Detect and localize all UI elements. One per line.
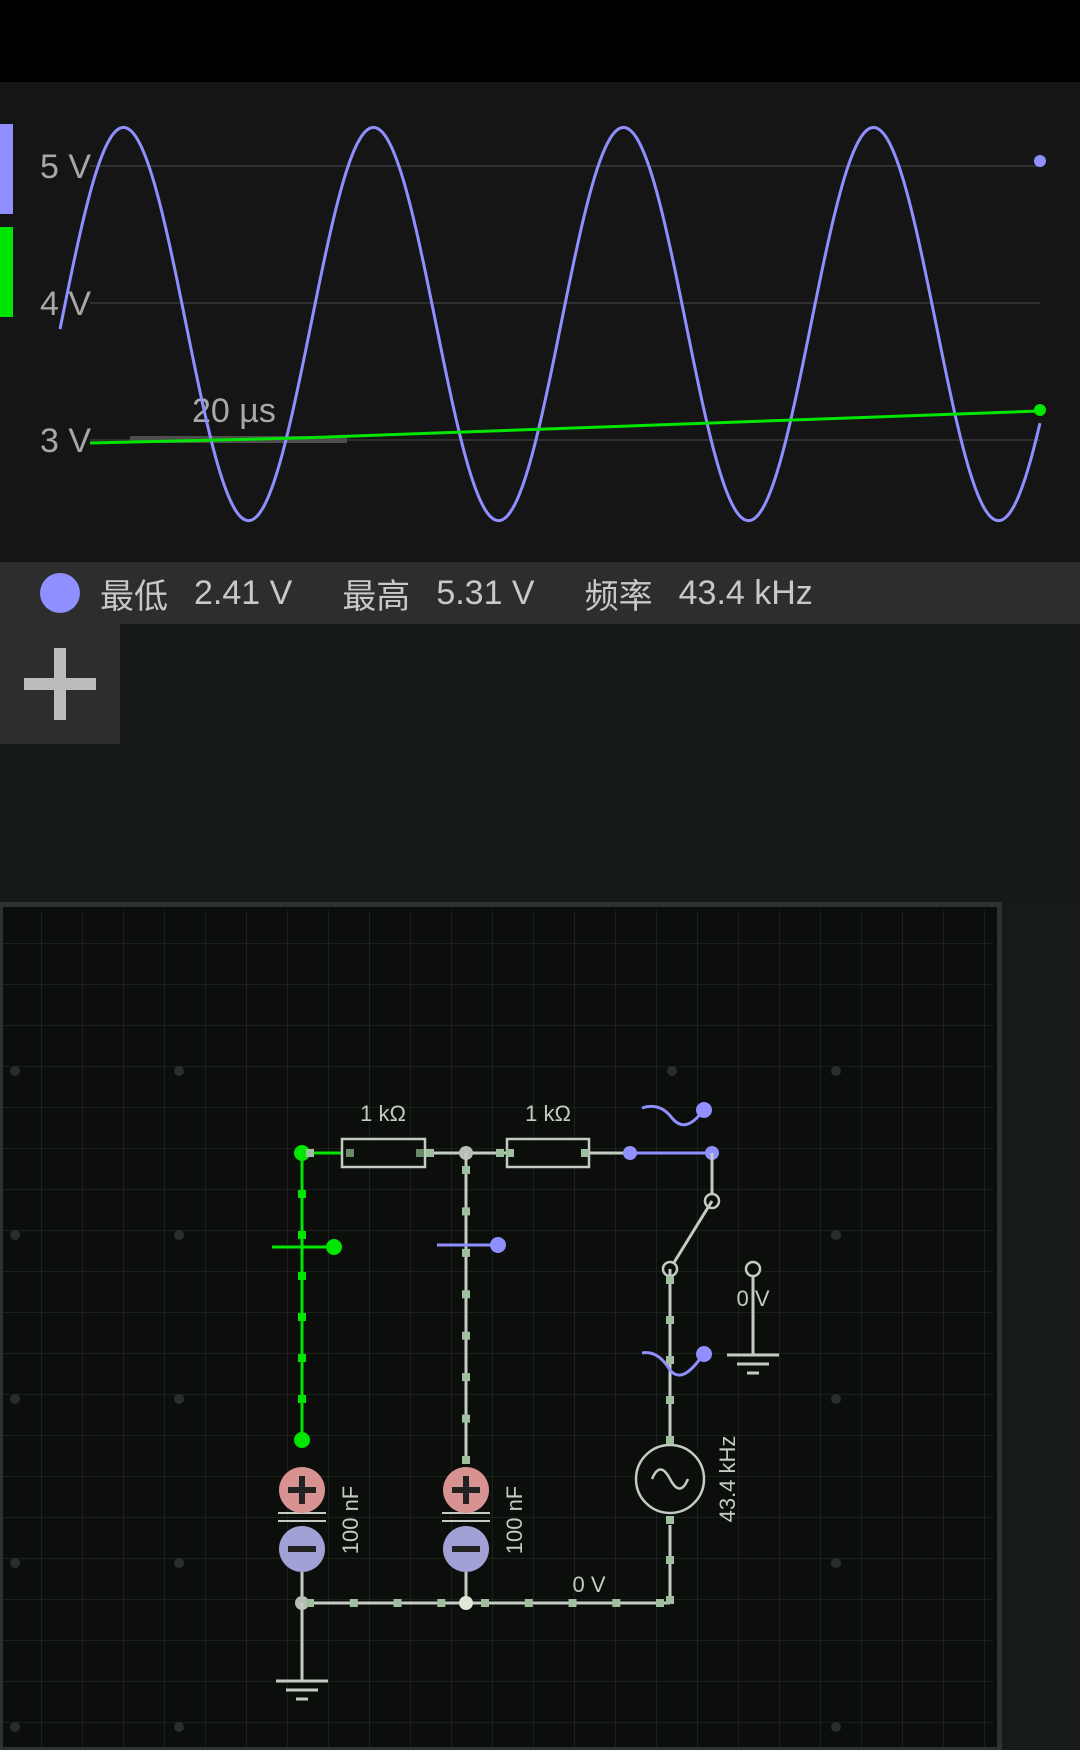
current-dot (506, 1149, 514, 1157)
series-line-purple (58, 125, 1042, 523)
max-label: 最高 (342, 577, 411, 616)
current-dot (346, 1149, 354, 1157)
resistor-2[interactable] (505, 1137, 591, 1169)
current-dot (306, 1599, 314, 1607)
capacitor-1-label: 100 nF (338, 1486, 363, 1555)
y-tick-label: 5 V (40, 148, 91, 186)
current-dot (666, 1596, 674, 1604)
board-side-margin (1002, 902, 1080, 1750)
current-dot (298, 1231, 306, 1239)
current-dot (298, 1190, 306, 1198)
current-dot (666, 1556, 674, 1564)
circuit-canvas: 1 kΩ 1 kΩ 43.4 kHz 0 V 100 nF 100 nF 0 V (0, 902, 1002, 1750)
current-dot (581, 1149, 589, 1157)
trace-end-marker-green (1034, 404, 1046, 416)
current-dot (298, 1436, 306, 1444)
channel-color-dot[interactable] (40, 573, 80, 613)
frequency-value: 43.4 kHz (678, 573, 813, 612)
current-dot (298, 1272, 306, 1280)
ground-terminal[interactable] (744, 1260, 762, 1278)
frequency-label: 频率 (584, 577, 653, 616)
current-dot (462, 1414, 470, 1423)
current-dot (462, 1373, 470, 1382)
add-button[interactable] (0, 624, 120, 744)
node-purple-1[interactable] (623, 1146, 637, 1160)
resistor-1[interactable] (340, 1137, 427, 1169)
current-dot (306, 1149, 314, 1157)
probe-purple-top[interactable] (696, 1102, 712, 1118)
ac-source-label: 43.4 kHz (715, 1436, 740, 1523)
current-dot (426, 1149, 434, 1157)
resistor-1-label: 1 kΩ (360, 1101, 406, 1126)
current-dot (568, 1599, 577, 1607)
current-dot (462, 1290, 470, 1299)
channel-tab-green[interactable] (0, 227, 13, 317)
current-dot (462, 1456, 470, 1464)
probe-purple-middle[interactable] (490, 1237, 506, 1253)
current-dot (349, 1599, 358, 1607)
probe-purple-right[interactable] (696, 1346, 712, 1362)
current-dot (298, 1149, 306, 1157)
current-dot (666, 1516, 674, 1524)
current-dot (481, 1599, 489, 1607)
current-dot (666, 1276, 674, 1284)
current-dot (462, 1207, 470, 1216)
current-dot (416, 1149, 424, 1157)
current-dot (666, 1356, 674, 1364)
measurement-bar: 最低 2.41 V 最高 5.31 V 频率 43.4 kHz (0, 562, 1080, 624)
min-value: 2.41 V (194, 573, 293, 612)
current-dot (462, 1331, 470, 1340)
board-grid (0, 910, 993, 1750)
current-dot (298, 1354, 306, 1362)
current-dot (437, 1599, 446, 1607)
node-bottom-middle[interactable] (459, 1596, 473, 1610)
current-dot (612, 1599, 621, 1607)
current-dot (393, 1599, 402, 1607)
max-value: 5.31 V (436, 573, 535, 612)
oscilloscope-panel[interactable]: 5 V 4 V 3 V 20 µs (0, 82, 1080, 562)
probe-green[interactable] (326, 1239, 342, 1255)
current-dot (666, 1436, 674, 1444)
min-label: 最低 (100, 577, 168, 616)
current-dot (666, 1396, 674, 1404)
current-dot (496, 1149, 504, 1157)
current-dot (656, 1599, 664, 1607)
current-dot (462, 1248, 470, 1257)
current-dot (524, 1599, 533, 1607)
plus-icon (24, 648, 96, 720)
oscilloscope-graph: 5 V 4 V 3 V 20 µs (0, 124, 1046, 523)
trace-end-marker-purple (1034, 155, 1046, 167)
capacitor-2-label: 100 nF (502, 1486, 527, 1555)
bottom-wire-voltage-label: 0 V (572, 1572, 605, 1597)
resistor-2-label: 1 kΩ (525, 1101, 571, 1126)
ground-voltage-label: 0 V (736, 1286, 769, 1311)
y-tick-label: 3 V (40, 422, 91, 460)
current-dot (298, 1313, 306, 1321)
current-dot (666, 1316, 674, 1324)
circuit-board[interactable]: 1 kΩ 1 kΩ 43.4 kHz 0 V 100 nF 100 nF 0 V (0, 902, 1002, 1750)
channel-tab-purple[interactable] (0, 124, 13, 214)
top-bar (0, 0, 1080, 82)
current-dot (462, 1166, 470, 1174)
current-dot (298, 1395, 306, 1403)
